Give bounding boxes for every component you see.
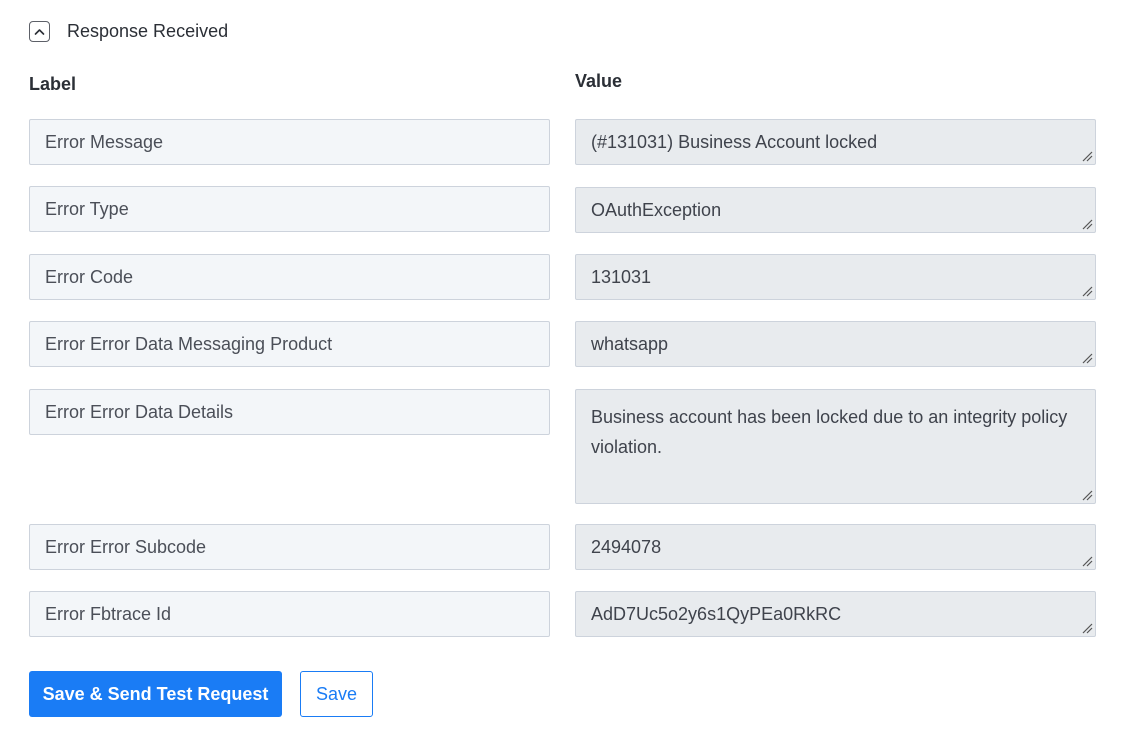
- label-field: Error Message: [29, 119, 550, 165]
- section-title: Response Received: [67, 21, 229, 41]
- resize-handle-icon[interactable]: [1081, 285, 1093, 297]
- label-field: Error Error Data Messaging Product: [29, 321, 550, 367]
- label-column-header: Label: [29, 74, 77, 94]
- value-field[interactable]: (#131031) Business Account locked: [575, 119, 1096, 165]
- save-and-send-test-request-button[interactable]: Save & Send Test Request: [29, 671, 282, 717]
- resize-handle-icon[interactable]: [1081, 489, 1093, 501]
- value-text: whatsapp: [591, 333, 669, 354]
- section-header: Response Received: [29, 21, 228, 42]
- label-field: Error Fbtrace Id: [29, 591, 550, 637]
- label-field: Error Code: [29, 254, 550, 300]
- resize-handle-icon[interactable]: [1081, 555, 1093, 567]
- chevron-up-icon: [34, 29, 45, 35]
- value-field[interactable]: AdD7Uc5o2y6s1QyPEa0RkRC: [575, 591, 1096, 637]
- resize-handle-icon[interactable]: [1081, 150, 1093, 162]
- value-field[interactable]: 2494078: [575, 524, 1096, 570]
- value-field[interactable]: 131031: [575, 254, 1096, 300]
- label-field: Error Type: [29, 186, 550, 232]
- value-text: OAuthException: [591, 199, 722, 220]
- resize-handle-icon[interactable]: [1081, 352, 1093, 364]
- resize-handle-icon[interactable]: [1081, 218, 1093, 230]
- value-column-header: Value: [575, 71, 623, 91]
- collapse-toggle-button[interactable]: [29, 21, 50, 42]
- value-field[interactable]: whatsapp: [575, 321, 1096, 367]
- value-text: (#131031) Business Account locked: [591, 131, 878, 152]
- save-button[interactable]: Save: [300, 671, 373, 717]
- value-text: 2494078: [591, 536, 662, 557]
- value-text: Business account has been locked due to …: [591, 407, 1068, 457]
- response-panel: Response Received Label Value Error Mess…: [0, 0, 1122, 736]
- resize-handle-icon[interactable]: [1081, 622, 1093, 634]
- label-field: Error Error Data Details: [29, 389, 550, 435]
- value-text: 131031: [591, 266, 652, 287]
- value-field[interactable]: Business account has been locked due to …: [575, 389, 1096, 504]
- label-field: Error Error Subcode: [29, 524, 550, 570]
- value-text: AdD7Uc5o2y6s1QyPEa0RkRC: [591, 603, 842, 624]
- value-field[interactable]: OAuthException: [575, 187, 1096, 233]
